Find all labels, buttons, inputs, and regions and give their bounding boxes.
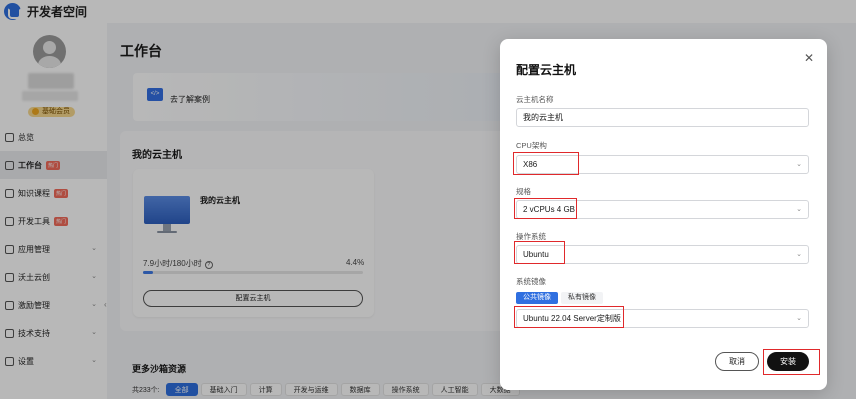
- dialog-title: 配置云主机: [516, 63, 577, 77]
- highlight-box-os: [514, 241, 565, 264]
- image-label: 系统镜像: [516, 277, 546, 286]
- highlight-box-spec: [514, 198, 577, 219]
- chevron-down-icon: ⌄: [796, 161, 802, 168]
- cpu-arch-label: CPU架构: [516, 141, 547, 150]
- chevron-down-icon: ⌄: [796, 206, 802, 213]
- chevron-down-icon: ⌄: [796, 315, 802, 322]
- highlight-box-cpu: [513, 152, 579, 175]
- tab-public-image[interactable]: 公共镜像: [516, 292, 558, 304]
- chevron-down-icon: ⌄: [796, 251, 802, 258]
- close-icon[interactable]: ✕: [802, 51, 816, 65]
- host-name-label: 云主机名称: [516, 95, 554, 104]
- tab-private-image[interactable]: 私有镜像: [561, 292, 603, 304]
- highlight-box-image: [514, 306, 624, 328]
- configure-host-dialog: 配置云主机 ✕ 云主机名称 我的云主机 CPU架构 X86 ⌄ 规格 2 vCP…: [500, 39, 827, 390]
- cancel-button[interactable]: 取消: [715, 352, 759, 371]
- host-name-input[interactable]: 我的云主机: [516, 108, 809, 127]
- highlight-box-install: [763, 349, 820, 375]
- spec-label: 规格: [516, 187, 531, 196]
- image-tabs: 公共镜像 私有镜像: [516, 292, 606, 304]
